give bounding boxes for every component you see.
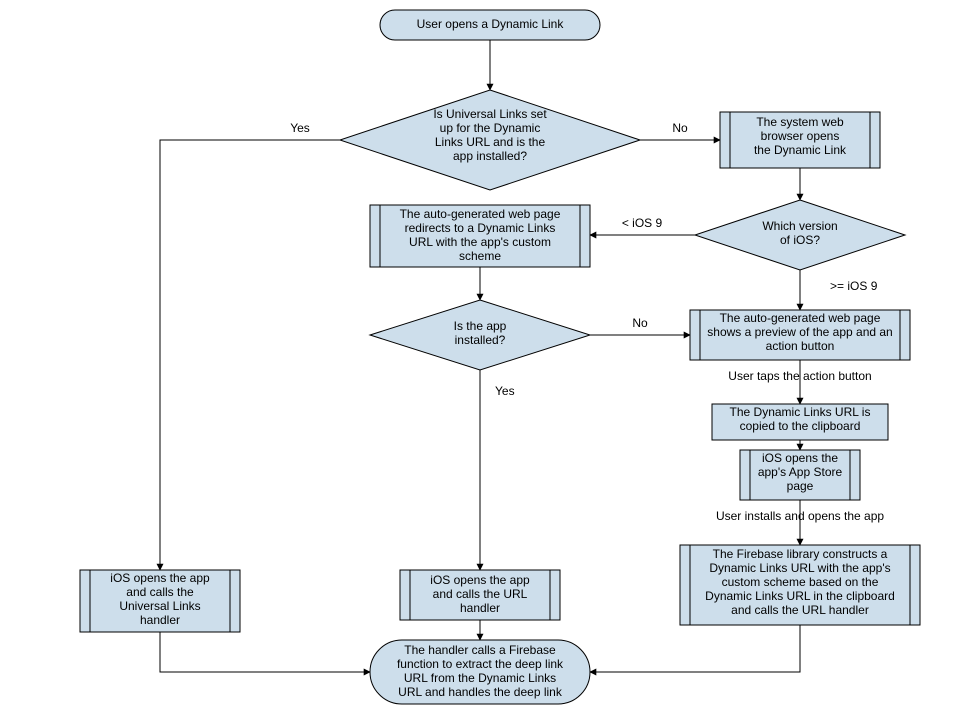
label-ge9: >= iOS 9 xyxy=(830,279,878,293)
node-start: User opens a Dynamic Link xyxy=(380,10,600,40)
edge xyxy=(160,632,370,672)
label-no2: No xyxy=(632,316,648,330)
node-p-urlh: iOS opens the appand calls the URLhandle… xyxy=(400,570,560,620)
flowchart: User opens a Dynamic Link Is Universal L… xyxy=(0,0,960,720)
node-p-custom: The auto-generated web pageredirects to … xyxy=(370,205,590,267)
label-yes2: Yes xyxy=(495,384,515,398)
node-p-ulh: iOS opens the appand calls theUniversal … xyxy=(80,570,240,632)
edge-yes-ulinks xyxy=(160,140,340,570)
node-p-store: iOS opens theapp's App Storepage xyxy=(740,450,860,500)
node-d-ios: Which versionof iOS? xyxy=(695,200,905,270)
label-install: User installs and opens the app xyxy=(716,509,884,523)
svg-text:Is the appinstalled?: Is the appinstalled? xyxy=(454,319,507,347)
node-p-browser: The system webbrowser opensthe Dynamic L… xyxy=(720,112,880,168)
node-d-ulinks: Is Universal Links setup for the Dynamic… xyxy=(340,90,640,190)
svg-text:The system webbrowser opensthe: The system webbrowser opensthe Dynamic L… xyxy=(754,115,847,157)
label-tap: User taps the action button xyxy=(728,369,871,383)
label-yes: Yes xyxy=(290,121,310,135)
label-lt9: < iOS 9 xyxy=(622,216,663,230)
edge xyxy=(590,625,800,672)
svg-text:User opens a Dynamic Link: User opens a Dynamic Link xyxy=(417,17,565,31)
svg-text:The Dynamic Links URL iscopied: The Dynamic Links URL iscopied to the cl… xyxy=(730,405,871,433)
node-p-clip: The Dynamic Links URL iscopied to the cl… xyxy=(712,404,888,440)
node-p-firebase: The Firebase library constructs aDynamic… xyxy=(680,545,920,625)
node-d-installed: Is the appinstalled? xyxy=(370,300,590,370)
node-p-preview: The auto-generated web pageshows a previ… xyxy=(690,310,910,360)
svg-text:The handler calls a Firebasefu: The handler calls a Firebasefunction to … xyxy=(397,643,564,699)
label-no: No xyxy=(672,121,688,135)
svg-text:The Firebase library construct: The Firebase library constructs aDynamic… xyxy=(705,547,895,617)
node-end: The handler calls a Firebasefunction to … xyxy=(370,640,590,704)
